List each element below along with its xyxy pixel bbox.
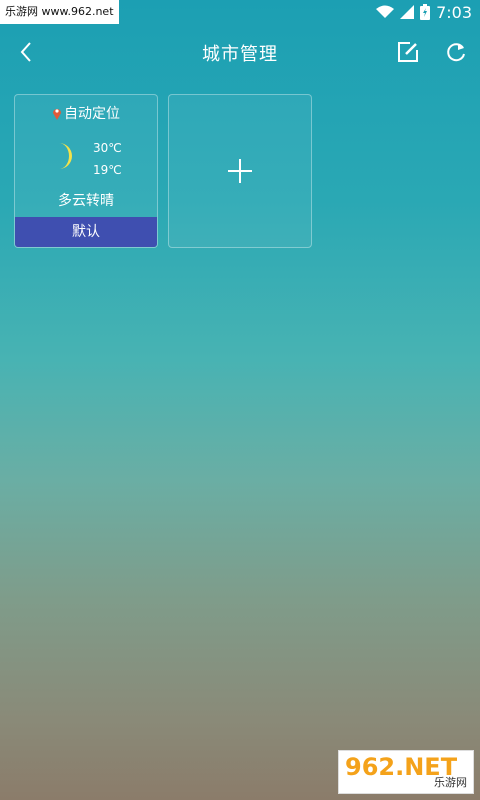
watermark-text: 乐游网 www.962.net (0, 0, 119, 24)
high-temp: 30℃ (93, 141, 122, 155)
plus-icon (228, 159, 252, 183)
battery-icon (420, 4, 431, 20)
status-icons: 7:03 (376, 3, 472, 22)
temperature-range: 30℃ 19℃ (93, 137, 122, 181)
add-city-button[interactable] (168, 94, 312, 248)
edit-button[interactable] (392, 36, 424, 68)
default-button[interactable]: 默认 (15, 217, 157, 247)
wifi-icon (376, 5, 395, 18)
city-card[interactable]: 自动定位 30℃ 19℃ 多云转晴 默认 (14, 94, 158, 248)
site-logo: 962.NET 乐游网 (338, 750, 474, 794)
header: 城市管理 (0, 24, 480, 80)
signal-icon (400, 5, 415, 19)
refresh-button[interactable] (440, 36, 472, 68)
refresh-icon (447, 43, 465, 62)
location-pin-icon (53, 109, 61, 120)
moon-icon (59, 143, 72, 169)
edit-icon (398, 42, 418, 62)
status-time: 7:03 (436, 2, 472, 22)
location-row: 自动定位 (15, 103, 157, 123)
status-bar: 乐游网 www.962.net 7:03 (0, 0, 480, 24)
weather-condition: 多云转晴 (58, 193, 114, 209)
low-temp: 19℃ (93, 163, 122, 177)
logo-subtext: 乐游网 (434, 776, 467, 789)
location-label: 自动定位 (64, 106, 120, 122)
